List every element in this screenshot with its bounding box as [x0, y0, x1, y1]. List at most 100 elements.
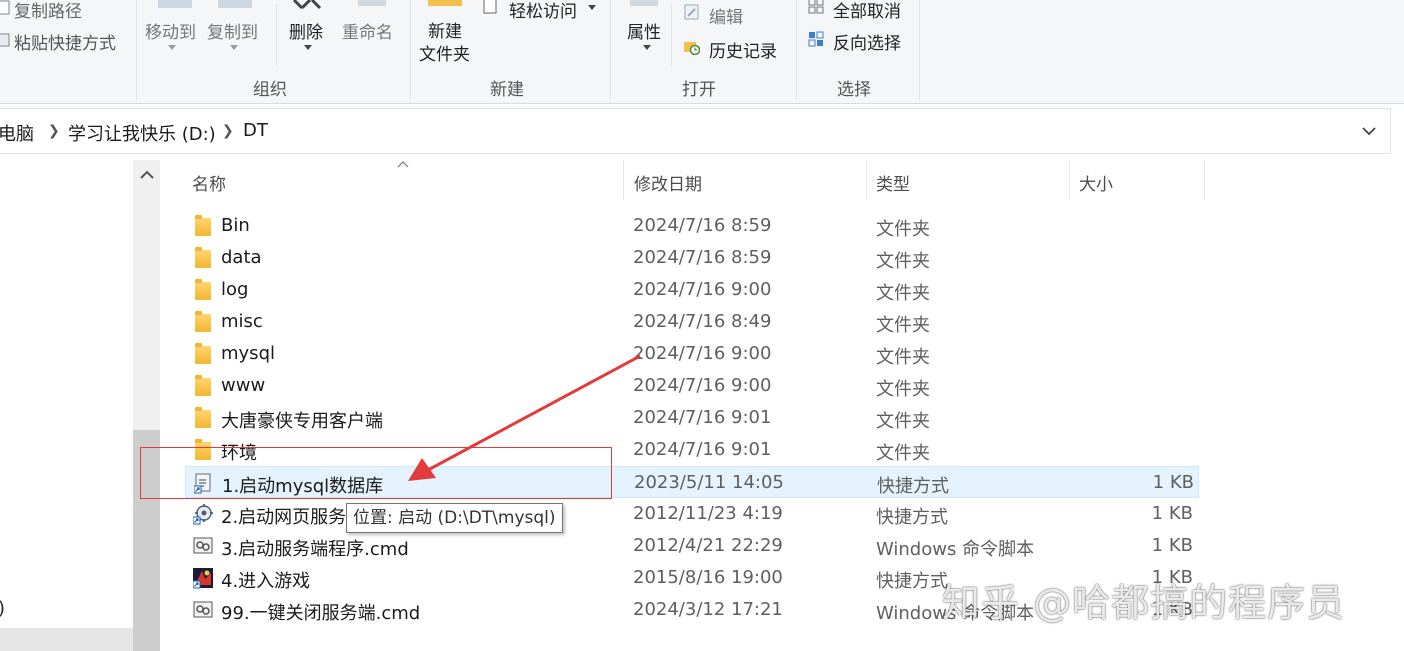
move-to-icon [158, 0, 192, 8]
folder-icon [195, 407, 211, 428]
breadcrumb-this-pc[interactable]: 电脑 [0, 120, 34, 146]
copy-path-icon [0, 0, 10, 15]
file-type: 文件夹 [876, 219, 930, 240]
file-name: data [221, 247, 262, 268]
file-modified-date: 2024/7/16 9:01 [633, 439, 772, 460]
file-type: 文件夹 [876, 379, 930, 400]
location-tooltip: 位置: 启动 (D:\DT\mysql) [346, 503, 563, 533]
select-none-icon [808, 0, 824, 14]
delete-caret-icon [304, 45, 312, 50]
file-modified-date: 2024/7/16 9:01 [633, 407, 772, 428]
game-icon [192, 567, 213, 589]
file-name: mysql [221, 343, 275, 364]
file-type: 快捷方式 [877, 476, 949, 497]
file-modified-date: 2012/11/23 4:19 [633, 503, 783, 524]
column-header-size[interactable]: 大小 [1079, 170, 1113, 195]
nav-selected-item[interactable] [0, 628, 133, 651]
file-type: 文件夹 [876, 283, 930, 304]
paste-shortcut-icon [0, 33, 10, 47]
file-modified-date: 2024/7/16 8:49 [633, 311, 772, 332]
cmd-icon [193, 535, 213, 557]
scroll-up-chevron-icon[interactable] [140, 170, 154, 180]
file-name: 4.进入游戏 [221, 571, 311, 592]
table-row[interactable]: mysql 2024/7/16 9:00 文件夹 [185, 338, 1199, 370]
folder-icon [195, 215, 211, 236]
rename-icon [358, 0, 386, 6]
ribbon: 复制路径 粘贴快捷方式 移动到 复制到 删除 重命名 组织 新建 文件夹 轻松访… [0, 0, 1404, 104]
group-label-open: 打开 [682, 80, 716, 100]
file-name: 大唐豪侠专用客户端 [221, 411, 383, 432]
column-header-modified[interactable]: 修改日期 [634, 170, 702, 195]
address-history-chevron-down-icon[interactable] [1362, 126, 1376, 136]
easy-access-icon [483, 0, 497, 14]
copy-to-icon [218, 0, 252, 8]
edit-icon [684, 4, 699, 20]
properties-caret-icon [643, 45, 651, 50]
group-label-new: 新建 [490, 80, 524, 100]
group-label-organize: 组织 [253, 80, 287, 100]
file-size: 1 KB [1152, 472, 1194, 493]
breadcrumb-dt[interactable]: DT [243, 120, 268, 141]
file-type: 文件夹 [876, 411, 930, 432]
copy-to-caret-icon [230, 45, 238, 50]
properties-icon [630, 0, 658, 6]
file-name: misc [221, 311, 263, 332]
breadcrumb-chevron-icon[interactable]: ❯ [48, 123, 60, 139]
table-row[interactable]: www 2024/7/16 9:00 文件夹 [185, 370, 1199, 402]
file-modified-date: 2024/7/16 8:59 [633, 215, 772, 236]
nav-item-label[interactable]: ) [0, 598, 5, 619]
watermark: 知乎 @哈都搞的程序员 [942, 581, 1346, 625]
annotation-highlight-box [140, 447, 612, 499]
file-modified-date: 2023/5/11 14:05 [634, 472, 784, 493]
file-name: log [221, 279, 249, 300]
easy-access-caret-icon [588, 5, 596, 10]
file-modified-date: 2024/7/16 9:00 [633, 279, 772, 300]
delete-icon [292, 0, 322, 10]
file-type: 文件夹 [876, 251, 930, 272]
table-row[interactable]: 2.启动网页服务 2012/11/23 4:19 快捷方式 1 KB [185, 498, 1199, 530]
folder-icon [195, 311, 211, 332]
address-bar[interactable]: 电脑 ❯ 学习让我快乐 (D:) ❯ DT [0, 108, 1391, 154]
breadcrumb-drive[interactable]: 学习让我快乐 (D:) [68, 120, 216, 146]
folder-icon [195, 247, 211, 268]
table-row[interactable]: misc 2024/7/16 8:49 文件夹 [185, 306, 1199, 338]
table-row[interactable]: 3.启动服务端程序.cmd 2012/4/21 22:29 Windows 命令脚本… [185, 530, 1199, 562]
group-label-select: 选择 [837, 80, 871, 100]
move-to-caret-icon [168, 45, 176, 50]
table-row[interactable]: data 2024/7/16 8:59 文件夹 [185, 242, 1199, 274]
file-type: Windows 命令脚本 [876, 539, 1035, 560]
file-modified-date: 2024/7/16 8:59 [633, 247, 772, 268]
new-folder-icon [428, 0, 462, 6]
invert-selection-icon [808, 31, 824, 47]
file-type: 文件夹 [876, 347, 930, 368]
sort-ascending-icon [397, 161, 409, 168]
table-row[interactable]: log 2024/7/16 9:00 文件夹 [185, 274, 1199, 306]
file-type: 文件夹 [876, 315, 930, 336]
breadcrumb-chevron-icon[interactable]: ❯ [222, 123, 234, 139]
file-name: 99.一键关闭服务端.cmd [221, 603, 421, 624]
file-modified-date: 2024/3/12 17:21 [633, 599, 783, 620]
table-row[interactable]: 大唐豪侠专用客户端 2024/7/16 9:01 文件夹 [185, 402, 1199, 434]
file-type: 快捷方式 [876, 571, 948, 592]
folder-icon [195, 279, 211, 300]
file-size: 1 KB [1151, 535, 1193, 556]
folder-icon [195, 375, 211, 396]
file-modified-date: 2012/4/21 22:29 [633, 535, 783, 556]
file-type: 文件夹 [876, 443, 930, 464]
file-modified-date: 2024/7/16 9:00 [633, 375, 772, 396]
file-name: www [221, 375, 266, 396]
table-row[interactable]: Bin 2024/7/16 8:59 文件夹 [185, 210, 1199, 242]
gear-shortcut-icon [192, 503, 213, 525]
file-name: Bin [221, 215, 250, 236]
column-header-type[interactable]: 类型 [876, 170, 910, 195]
file-name: 3.启动服务端程序.cmd [221, 539, 409, 560]
file-size: 1 KB [1151, 503, 1193, 524]
column-header-name[interactable]: 名称 [192, 170, 226, 195]
history-icon [684, 42, 700, 55]
file-modified-date: 2024/7/16 9:00 [633, 343, 772, 364]
file-name: 2.启动网页服务 [221, 507, 347, 528]
folder-icon [195, 343, 211, 364]
file-modified-date: 2015/8/16 19:00 [633, 567, 783, 588]
cmd-icon [193, 599, 213, 621]
file-type: 快捷方式 [876, 507, 948, 528]
